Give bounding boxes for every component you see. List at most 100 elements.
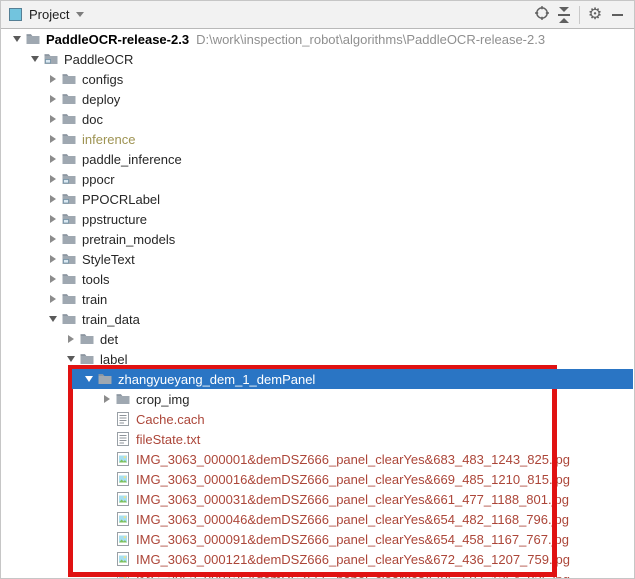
tree-row[interactable]: train: [1, 289, 634, 309]
collapse-arrow-icon[interactable]: [45, 295, 61, 303]
collapse-arrow-icon[interactable]: [45, 175, 61, 183]
tool-window-title[interactable]: Project: [29, 7, 69, 22]
collapse-arrow-icon[interactable]: [45, 95, 61, 103]
expand-arrow-icon[interactable]: [27, 56, 43, 62]
folder-icon: [79, 351, 95, 367]
image-file-icon: [115, 511, 131, 527]
tree-row[interactable]: train_data: [1, 309, 634, 329]
tree-row[interactable]: IMG_3063_000136&demDSZ666_panel_clearYes…: [1, 569, 634, 579]
folder-icon: [61, 131, 77, 147]
image-file-icon: [115, 491, 131, 507]
tree-row[interactable]: ppstructure: [1, 209, 634, 229]
tree-row[interactable]: inference: [1, 129, 634, 149]
folder-icon: [61, 231, 77, 247]
tree-row[interactable]: PaddleOCR-release-2.3D:\work\inspection_…: [1, 29, 634, 49]
chevron-down-icon[interactable]: [76, 12, 84, 17]
folder-package-icon: [61, 171, 77, 187]
expand-arrow-icon[interactable]: [81, 376, 97, 382]
tree-row-label: train_data: [82, 312, 140, 327]
collapse-arrow-icon[interactable]: [63, 335, 79, 343]
tree-row[interactable]: IMG_3063_000031&demDSZ666_panel_clearYes…: [1, 489, 634, 509]
tree-row-label: tools: [82, 272, 109, 287]
settings-button[interactable]: ⚙: [584, 4, 606, 26]
image-file-icon: [115, 571, 131, 579]
tree-row[interactable]: pretrain_models: [1, 229, 634, 249]
tree-row[interactable]: ppocr: [1, 169, 634, 189]
tree-row-label: IMG_3063_000136&demDSZ666_panel_clearYes…: [136, 572, 570, 579]
image-file-icon: [115, 471, 131, 487]
folder-icon: [61, 71, 77, 87]
collapse-arrow-icon[interactable]: [45, 235, 61, 243]
tree-row-label: paddle_inference: [82, 152, 182, 167]
project-tool-window: Project ⚙ PaddleOCR-releas: [0, 0, 635, 579]
collapse-arrow-icon[interactable]: [45, 255, 61, 263]
tree-row-label: IMG_3063_000016&demDSZ666_panel_clearYes…: [136, 472, 570, 487]
tree-row[interactable]: det: [1, 329, 634, 349]
tree-row[interactable]: IMG_3063_000091&demDSZ666_panel_clearYes…: [1, 529, 634, 549]
text-file-icon: [115, 411, 131, 427]
collapse-all-icon: [558, 7, 570, 23]
expand-arrow-icon[interactable]: [9, 36, 25, 42]
tree-row[interactable]: doc: [1, 109, 634, 129]
folder-icon: [61, 151, 77, 167]
tree-row-label: PPOCRLabel: [82, 192, 160, 207]
gear-icon: ⚙: [588, 7, 602, 23]
tree-row[interactable]: zhangyueyang_dem_1_demPanel: [1, 369, 634, 389]
folder-icon: [61, 271, 77, 287]
tree-row[interactable]: IMG_3063_000016&demDSZ666_panel_clearYes…: [1, 469, 634, 489]
tree-row[interactable]: PPOCRLabel: [1, 189, 634, 209]
collapse-arrow-icon[interactable]: [45, 155, 61, 163]
tree-row-label: det: [100, 332, 118, 347]
toolbar-divider: [579, 6, 580, 24]
folder-package-icon: [61, 191, 77, 207]
tree-row-label: StyleText: [82, 252, 135, 267]
collapse-arrow-icon[interactable]: [45, 195, 61, 203]
tree-row-label: IMG_3063_000031&demDSZ666_panel_clearYes…: [136, 492, 569, 507]
minus-icon: [612, 14, 623, 16]
tree-row[interactable]: label: [1, 349, 634, 369]
collapse-arrow-icon[interactable]: [45, 275, 61, 283]
text-file-icon: [115, 431, 131, 447]
tree-row[interactable]: configs: [1, 69, 634, 89]
collapse-arrow-icon[interactable]: [45, 135, 61, 143]
collapse-all-button[interactable]: [553, 4, 575, 26]
expand-arrow-icon[interactable]: [45, 316, 61, 322]
tree-row-label: Cache.cach: [136, 412, 205, 427]
collapse-arrow-icon[interactable]: [45, 115, 61, 123]
tree-row[interactable]: StyleText: [1, 249, 634, 269]
tree-row-label: PaddleOCR: [64, 52, 133, 67]
tree-row[interactable]: IMG_3063_000001&demDSZ666_panel_clearYes…: [1, 449, 634, 469]
tree-row[interactable]: Cache.cach: [1, 409, 634, 429]
expand-arrow-icon[interactable]: [63, 356, 79, 362]
tree-row[interactable]: fileState.txt: [1, 429, 634, 449]
collapse-arrow-icon[interactable]: [45, 75, 61, 83]
tree-row-label: IMG_3063_000046&demDSZ666_panel_clearYes…: [136, 512, 569, 527]
tree-row-label: label: [100, 352, 127, 367]
tree-row-label: crop_img: [136, 392, 189, 407]
tree-row-label: configs: [82, 72, 123, 87]
folder-icon: [61, 311, 77, 327]
collapse-arrow-icon[interactable]: [45, 215, 61, 223]
tree-row-label: fileState.txt: [136, 432, 200, 447]
tree-row[interactable]: deploy: [1, 89, 634, 109]
tree-row-label: IMG_3063_000091&demDSZ666_panel_clearYes…: [136, 532, 569, 547]
image-file-icon: [115, 451, 131, 467]
folder-package-icon: [61, 211, 77, 227]
collapse-arrow-icon[interactable]: [99, 395, 115, 403]
tree-row-label: ppocr: [82, 172, 115, 187]
tree-row-label: deploy: [82, 92, 120, 107]
folder-icon: [97, 371, 113, 387]
tree-row[interactable]: crop_img: [1, 389, 634, 409]
tree-row[interactable]: paddle_inference: [1, 149, 634, 169]
folder-icon: [115, 391, 131, 407]
tree-row[interactable]: PaddleOCR: [1, 49, 634, 69]
tree-row[interactable]: IMG_3063_000046&demDSZ666_panel_clearYes…: [1, 509, 634, 529]
tree-row[interactable]: IMG_3063_000121&demDSZ666_panel_clearYes…: [1, 549, 634, 569]
project-root-path: D:\work\inspection_robot\algorithms\Padd…: [196, 32, 545, 47]
tree-row-label: doc: [82, 112, 103, 127]
hide-tool-window-button[interactable]: [606, 4, 628, 26]
tree-row-label: train: [82, 292, 107, 307]
tree-row[interactable]: tools: [1, 269, 634, 289]
locate-file-button[interactable]: [531, 4, 553, 26]
locate-icon: [534, 5, 550, 24]
